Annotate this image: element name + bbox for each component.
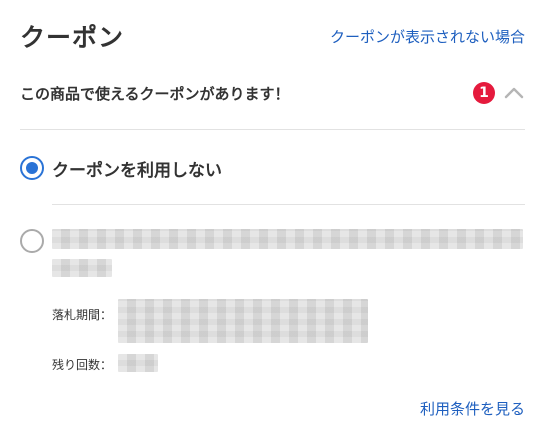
coupon-remaining-label: 残り回数： <box>52 358 113 372</box>
coupon-name-redacted-line2 <box>52 259 112 277</box>
option-divider <box>52 204 525 205</box>
coupon-not-shown-help-link[interactable]: クーポンが表示されない場合 <box>330 26 525 47</box>
coupon-period-label: 落札期間： <box>52 308 113 322</box>
coupon-availability-row[interactable]: この商品で使えるクーポンがあります！ 1 <box>20 78 525 108</box>
no-coupon-radio[interactable] <box>20 156 44 180</box>
coupon-count-badge: 1 <box>473 82 495 104</box>
page-title: クーポン <box>20 23 125 52</box>
section-divider <box>20 129 525 130</box>
coupon-period-redacted <box>118 299 368 343</box>
coupon-remaining-redacted <box>118 354 158 372</box>
chevron-up-icon[interactable] <box>503 82 525 104</box>
chevron-up-icon-svg <box>504 87 524 99</box>
coupon-availability-text: この商品で使えるクーポンがあります！ <box>20 84 290 103</box>
view-terms-link[interactable]: 利用条件を見る <box>420 398 525 419</box>
coupon-name-redacted <box>52 229 523 249</box>
coupon-radio[interactable] <box>20 229 44 253</box>
no-coupon-label[interactable]: クーポンを利用しない <box>52 156 222 181</box>
availability-controls: 1 <box>473 82 525 104</box>
